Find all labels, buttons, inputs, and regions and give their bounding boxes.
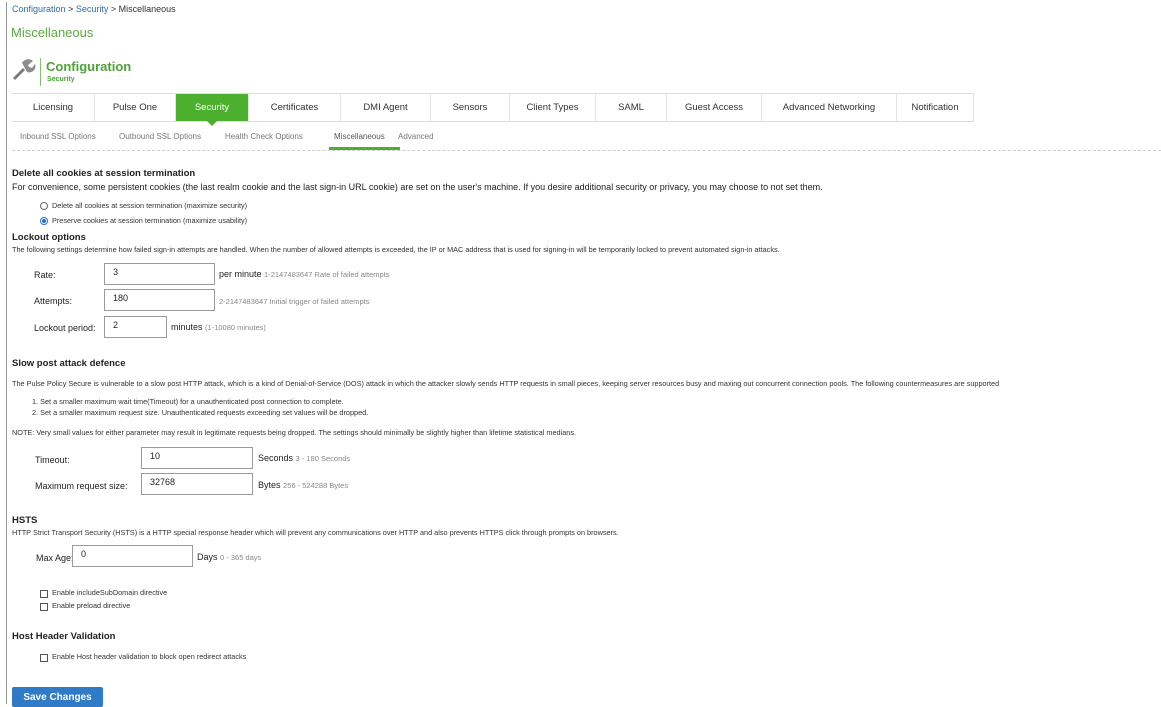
preload-label: Enable preload directive — [52, 601, 131, 610]
maxreq-unit-text: Bytes — [258, 480, 281, 490]
max-request-size-input[interactable]: 32768 — [141, 473, 253, 495]
lockout-period-unit: minutes (1-10080 minutes) — [171, 322, 266, 332]
timeout-unit: Seconds 3 - 180 Seconds — [258, 453, 350, 463]
timeout-input[interactable]: 10 — [141, 447, 253, 469]
breadcrumb-separator: > — [108, 4, 119, 14]
include-subdomain-checkbox[interactable] — [40, 590, 48, 598]
radio-delete-cookies-label: Delete all cookies at session terminatio… — [52, 201, 248, 210]
tab-saml[interactable]: SAML — [596, 94, 667, 121]
tab-security[interactable]: Security — [176, 94, 249, 126]
attempts-hint: 2-2147483647 Initial trigger of failed a… — [219, 297, 370, 306]
lockout-description: The following settings determine how fai… — [12, 245, 780, 254]
config-subtitle: Security — [47, 76, 75, 83]
timeout-label: Timeout: — [35, 455, 70, 465]
host-header-label: Enable Host header validation to block o… — [52, 652, 247, 661]
attempts-hint-wrap: 2-2147483647 Initial trigger of failed a… — [219, 296, 370, 306]
lockout-period-label: Lockout period: — [34, 323, 96, 333]
attempts-input[interactable]: 180 — [104, 289, 215, 311]
radio-delete-cookies[interactable] — [40, 202, 48, 210]
maxage-unit-text: Days — [197, 552, 218, 562]
config-title: Configuration — [46, 59, 132, 74]
sub-tabs: Inbound SSL Options Outbound SSL Options… — [12, 126, 1161, 151]
host-header-heading: Host Header Validation — [12, 631, 116, 642]
cookies-description: For convenience, some persistent cookies… — [12, 182, 823, 192]
max-request-size-label: Maximum request size: — [35, 481, 128, 491]
lockout-period-input[interactable]: 2 — [104, 316, 167, 338]
rate-unit-text: per minute — [219, 269, 262, 279]
radio-preserve-cookies-label: Preserve cookies at session termination … — [52, 216, 248, 225]
max-request-size-unit: Bytes 256 - 524288 Bytes — [258, 480, 348, 490]
breadcrumb-separator: > — [65, 4, 76, 14]
header-divider — [40, 58, 41, 86]
wrench-icon — [10, 57, 36, 83]
max-age-label: Max Age: — [36, 553, 74, 563]
subtab-inbound-ssl[interactable]: Inbound SSL Options — [20, 132, 96, 141]
hsts-description: HTTP Strict Transport Security (HSTS) is… — [12, 528, 619, 537]
breadcrumb-current: Miscellaneous — [118, 4, 176, 14]
preload-checkbox[interactable] — [40, 603, 48, 611]
tab-guest-access[interactable]: Guest Access — [667, 94, 762, 121]
slowpost-item-1: 1. Set a smaller maximum wait time(Timeo… — [32, 397, 344, 406]
tab-notification[interactable]: Notification — [897, 94, 974, 121]
subtab-health-check[interactable]: Health Check Options — [225, 132, 303, 141]
period-unit-text: minutes — [171, 322, 203, 332]
rate-hint: 1-2147483647 Rate of failed attempts — [264, 270, 390, 279]
rate-input[interactable]: 3 — [104, 263, 215, 285]
tab-licensing[interactable]: Licensing — [12, 94, 95, 121]
breadcrumb-configuration-link[interactable]: Configuration — [12, 4, 66, 14]
tab-advanced-networking[interactable]: Advanced Networking — [762, 94, 897, 121]
maxage-hint: 0 - 365 days — [220, 553, 262, 562]
include-subdomain-label: Enable includeSubDomain directive — [52, 588, 168, 597]
tab-client-types[interactable]: Client Types — [510, 94, 596, 121]
tab-certificates[interactable]: Certificates — [249, 94, 341, 121]
breadcrumb: Configuration > Security > Miscellaneous — [12, 4, 176, 14]
tab-pulse-one[interactable]: Pulse One — [95, 94, 176, 121]
max-age-input[interactable]: 0 — [72, 545, 193, 567]
hsts-heading: HSTS — [12, 515, 38, 526]
subtab-miscellaneous[interactable]: Miscellaneous — [334, 132, 385, 141]
slowpost-item-2: 2. Set a smaller maximum request size. U… — [32, 408, 369, 417]
slowpost-note: NOTE: Very small values for either param… — [12, 428, 577, 437]
subtab-outbound-ssl[interactable]: Outbound SSL Options — [119, 132, 201, 141]
host-header-checkbox[interactable] — [40, 654, 48, 662]
rate-label: Rate: — [34, 270, 56, 280]
slowpost-description: The Pulse Policy Secure is vulnerable to… — [12, 379, 1000, 388]
save-changes-button[interactable]: Save Changes — [12, 687, 103, 707]
subtab-active-indicator — [329, 147, 400, 150]
page-title: Miscellaneous — [11, 25, 94, 40]
cookies-heading: Delete all cookies at session terminatio… — [12, 168, 196, 179]
attempts-label: Attempts: — [34, 296, 73, 306]
maxreq-hint: 256 - 524288 Bytes — [283, 481, 349, 490]
period-hint: (1-10080 minutes) — [205, 323, 266, 332]
main-tabs: Licensing Pulse One Security Certificate… — [12, 93, 974, 126]
tab-sensors[interactable]: Sensors — [431, 94, 510, 121]
tab-dmi-agent[interactable]: DMI Agent — [341, 94, 431, 121]
radio-preserve-cookies[interactable] — [40, 217, 48, 225]
timeout-hint: 3 - 180 Seconds — [295, 454, 351, 463]
lockout-heading: Lockout options — [12, 232, 86, 243]
breadcrumb-security-link[interactable]: Security — [76, 4, 109, 14]
timeout-unit-text: Seconds — [258, 453, 294, 463]
rate-unit: per minute 1-2147483647 Rate of failed a… — [219, 269, 390, 279]
subtab-advanced[interactable]: Advanced — [398, 132, 434, 141]
max-age-unit: Days 0 - 365 days — [197, 552, 261, 562]
slowpost-heading: Slow post attack defence — [12, 358, 126, 369]
